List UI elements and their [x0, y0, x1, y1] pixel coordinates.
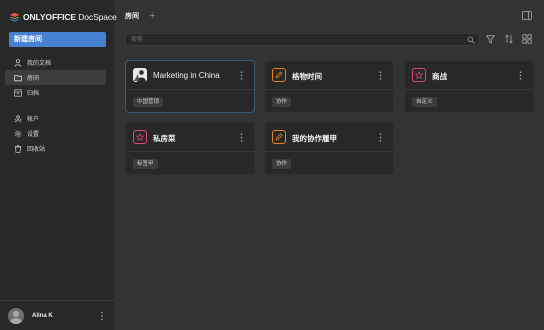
add-button[interactable]: +	[149, 10, 155, 22]
sidebar-item-accounts[interactable]: 帐户	[5, 111, 106, 126]
search-box	[125, 33, 480, 46]
logo-text: ONLYOFFICE DocSpace	[23, 12, 117, 22]
more-vertical-icon[interactable]	[240, 71, 243, 80]
gear-icon	[14, 130, 22, 137]
room-tag[interactable]: 协作	[272, 159, 292, 169]
star-icon	[133, 130, 147, 144]
room-photo-icon	[133, 68, 147, 82]
pencil-icon	[272, 68, 286, 82]
sidebar: ONLYOFFICE DocSpace 新建房间 我的文档 房间 归档 帐户 设…	[0, 0, 117, 330]
sidebar-item-label: 我的文档	[27, 61, 52, 67]
sidebar-item-label: 归档	[27, 91, 40, 97]
room-tag[interactable]: 自定义	[412, 97, 437, 107]
accounts-icon	[14, 114, 22, 122]
search-icon[interactable]	[467, 36, 475, 44]
logo[interactable]: ONLYOFFICE DocSpace	[9, 10, 117, 24]
folder-icon	[14, 74, 22, 81]
room-card[interactable]: Marketing in China 中国营销	[125, 60, 255, 113]
sidebar-item-label: 房间	[27, 76, 40, 82]
onlyoffice-logo-icon	[9, 12, 20, 22]
archive-icon	[14, 88, 22, 97]
secondary-nav: 帐户 设置 回收站	[5, 111, 106, 156]
room-card[interactable]: 我的协作履甲 协作	[264, 122, 394, 175]
room-title: 格物时间	[292, 72, 322, 81]
page-header: 房间 +	[125, 10, 155, 22]
room-title: 商战	[432, 72, 447, 81]
room-card[interactable]: 格物时间 协作	[264, 60, 394, 113]
info-panel-icon[interactable]	[522, 11, 532, 20]
page-title: 房间	[125, 13, 139, 20]
avatar[interactable]	[8, 307, 24, 324]
sidebar-item-trash[interactable]: 回收站	[5, 141, 106, 156]
room-title: 私房菜	[153, 134, 176, 143]
trash-icon	[14, 144, 22, 153]
more-vertical-icon[interactable]	[379, 71, 382, 80]
pencil-icon	[272, 130, 286, 144]
room-title: 我的协作履甲	[292, 134, 337, 143]
sidebar-item-settings[interactable]: 设置	[5, 126, 106, 141]
user-name: Alina K	[32, 312, 53, 319]
room-tag[interactable]: 标签甲	[133, 159, 158, 169]
room-card[interactable]: 私房菜 标签甲	[125, 122, 255, 175]
main-nav: 我的文档 房间 归档	[5, 55, 106, 100]
room-card[interactable]: 商战 自定义	[404, 60, 534, 113]
person-icon	[14, 58, 22, 67]
more-vertical-icon[interactable]	[519, 71, 522, 80]
more-vertical-icon[interactable]	[379, 133, 382, 142]
search-input[interactable]	[131, 35, 461, 45]
sidebar-item-label: 帐户	[27, 117, 40, 123]
sidebar-item-rooms[interactable]: 房间	[5, 70, 106, 85]
star-icon	[412, 68, 426, 82]
tile-view-icon[interactable]	[522, 34, 532, 44]
sort-icon[interactable]	[505, 34, 513, 44]
user-profile-bar[interactable]: Alina K	[0, 300, 115, 330]
more-vertical-icon[interactable]	[100, 311, 104, 321]
filter-icon[interactable]	[486, 35, 495, 44]
sidebar-item-label: 回收站	[27, 147, 46, 153]
sidebar-item-label: 设置	[27, 132, 40, 138]
more-vertical-icon[interactable]	[240, 133, 243, 142]
sidebar-item-archive[interactable]: 归档	[5, 85, 106, 100]
room-title: Marketing in China	[153, 71, 220, 80]
sidebar-item-my-documents[interactable]: 我的文档	[5, 55, 106, 70]
room-tag[interactable]: 中国营销	[133, 97, 164, 107]
room-tag[interactable]: 协作	[272, 97, 292, 107]
create-room-button[interactable]: 新建房间	[9, 32, 106, 47]
